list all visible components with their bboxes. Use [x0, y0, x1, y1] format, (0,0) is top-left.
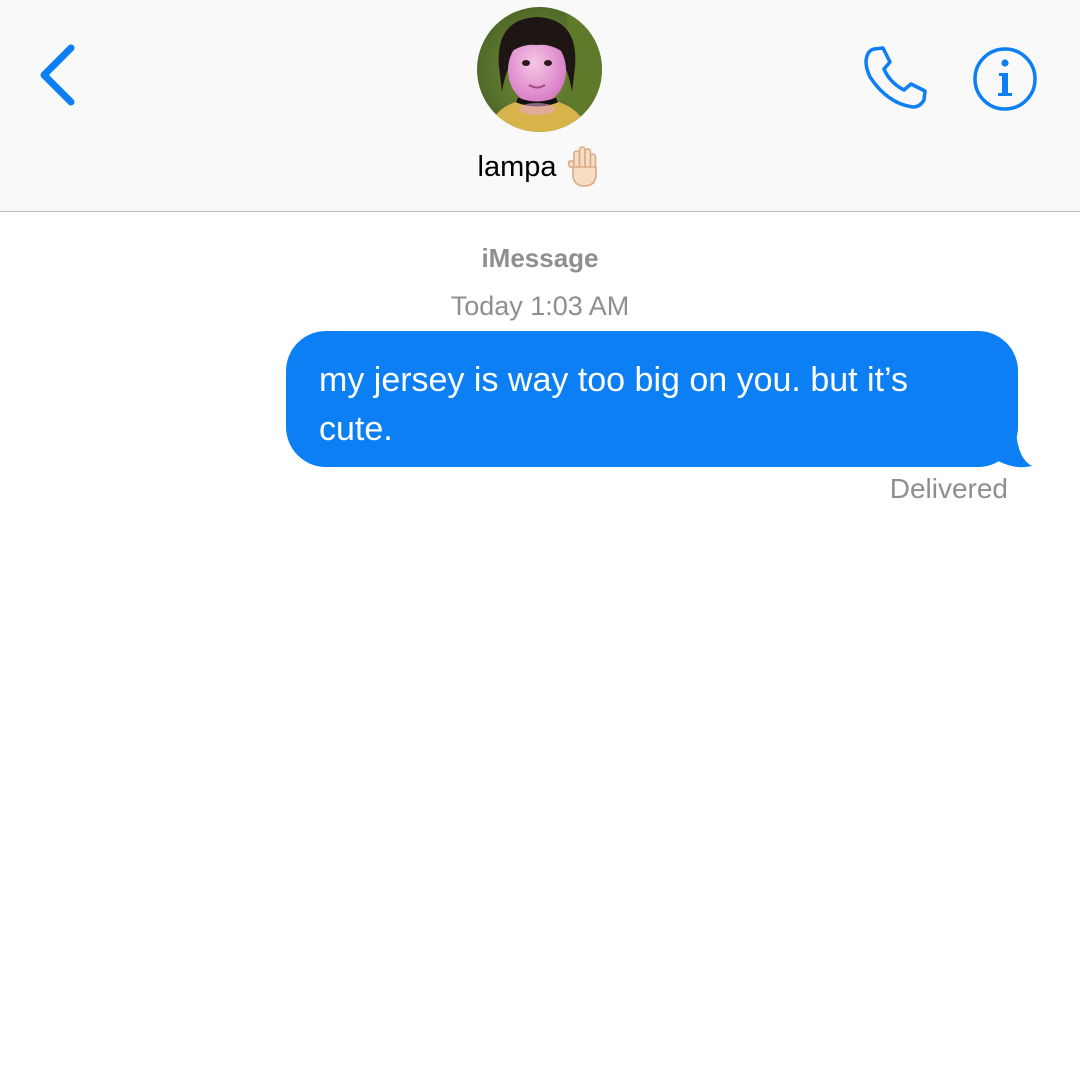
service-label: iMessage — [481, 243, 599, 273]
chevron-left-icon — [40, 44, 75, 106]
avatar-photo — [477, 7, 602, 132]
delivery-status: Delivered — [889, 473, 1008, 504]
call-button[interactable] — [858, 40, 934, 116]
contact-avatar[interactable] — [477, 7, 602, 132]
message-timestamp: Today 1:03 AM — [450, 291, 630, 321]
raised-hand-emoji-icon — [567, 146, 597, 187]
contact-name: lampa — [477, 150, 557, 183]
info-icon — [973, 47, 1037, 111]
phone-icon — [864, 46, 927, 109]
messages-conversation-screen: lampa iMessage Today 1:03 AM my jersey i… — [0, 0, 1080, 1080]
conversation-header: lampa — [0, 0, 1080, 212]
contact-name-row[interactable]: lampa — [0, 144, 1080, 190]
info-button[interactable] — [972, 46, 1038, 112]
back-button[interactable] — [30, 40, 90, 110]
outgoing-message: my jersey is way too big on you. but it’… — [286, 331, 1034, 471]
message-bubble[interactable]: my jersey is way too big on you. but it’… — [286, 331, 1018, 467]
